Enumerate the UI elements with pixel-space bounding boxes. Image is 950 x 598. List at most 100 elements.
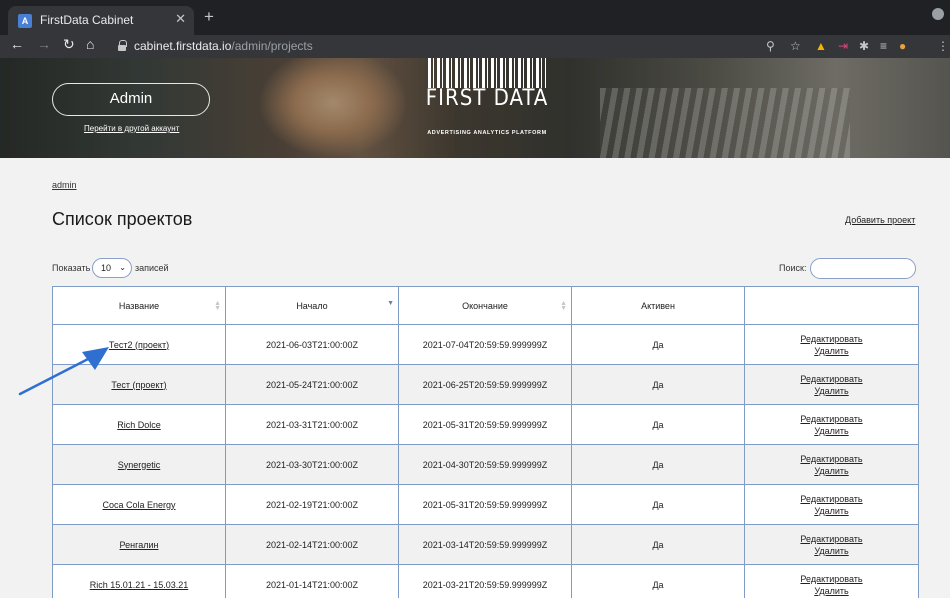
lock-icon	[118, 40, 127, 51]
cell-active: Да	[571, 564, 745, 598]
table-header-row: Название ▲ ▼ Начало ▼ Окончание ▲ ▼ Активен	[52, 286, 919, 325]
forward-icon[interactable]: →	[37, 36, 51, 52]
delete-link[interactable]: Удалить	[745, 505, 918, 517]
home-icon[interactable]: ⌂	[86, 36, 94, 52]
browser-toolbar: ← → ↻ ⌂ cabinet.firstdata.io/admin/proje…	[0, 35, 950, 58]
delete-link[interactable]: Удалить	[745, 345, 918, 357]
cell-name: Synergetic	[52, 444, 226, 485]
cell-active: Да	[571, 364, 745, 405]
project-link[interactable]: Synergetic	[118, 460, 161, 470]
cell-start: 2021-02-14T21:00:00Z	[225, 524, 399, 565]
cell-end: 2021-03-14T20:59:59.999999Z	[398, 524, 572, 565]
column-header-end[interactable]: Окончание ▲ ▼	[398, 286, 572, 325]
delete-link[interactable]: Удалить	[745, 425, 918, 437]
logo: FIRST DATA ADVERTISING ANALYTICS PLATFOR…	[422, 58, 552, 146]
table-row: Тест2 (проект) 2021-06-03T21:00:00Z 2021-0…	[52, 324, 919, 365]
project-link[interactable]: Тест (проект)	[111, 380, 166, 390]
puzzle-icon[interactable]: ✱	[859, 39, 869, 53]
cell-name: Rich 15.01.21 - 15.03.21	[52, 564, 226, 598]
cell-name: Ренгалин	[52, 524, 226, 565]
extension-arrow-icon[interactable]: ⇥	[838, 39, 848, 53]
breadcrumb[interactable]: admin	[52, 180, 77, 190]
table-row: Coca Cola Energy 2021-02-19T21:00:00Z 2021…	[52, 484, 919, 525]
cell-actions: Редактировать Удалить	[744, 484, 919, 525]
add-project-link[interactable]: Добавить проект	[845, 215, 915, 225]
sort-desc-icon: ▼	[387, 300, 394, 307]
page-title: Список проектов	[52, 209, 193, 229]
project-link[interactable]: Ренгалин	[120, 540, 159, 550]
edit-link[interactable]: Редактировать	[745, 413, 918, 425]
new-tab-icon[interactable]: +	[204, 7, 214, 27]
delete-link[interactable]: Удалить	[745, 545, 918, 557]
cell-start: 2021-03-30T21:00:00Z	[225, 444, 399, 485]
tab-search-icon[interactable]	[932, 8, 944, 20]
project-link[interactable]: Тест2 (проект)	[109, 340, 169, 350]
reading-list-icon[interactable]: ≡	[880, 39, 887, 53]
star-icon[interactable]: ☆	[790, 39, 801, 53]
table-row: Тест (проект) 2021-05-24T21:00:00Z 2021-06…	[52, 364, 919, 405]
logo-text: FIRST DATA	[425, 86, 549, 111]
edit-link[interactable]: Редактировать	[745, 373, 918, 385]
table-body: Тест2 (проект) 2021-06-03T21:00:00Z 2021-0…	[52, 324, 919, 598]
project-link[interactable]: Rich 15.01.21 - 15.03.21	[90, 580, 189, 590]
edit-link[interactable]: Редактировать	[745, 493, 918, 505]
column-header-actions	[744, 286, 919, 325]
edit-link[interactable]: Редактировать	[745, 333, 918, 345]
barcode-icon	[428, 58, 546, 88]
address-bar[interactable]: cabinet.firstdata.io/admin/projects	[108, 35, 790, 57]
column-header-name[interactable]: Название ▲ ▼	[52, 286, 226, 325]
entries-length-select[interactable]: 10 ⌄	[92, 258, 132, 278]
menu-icon[interactable]: ⋮	[937, 39, 949, 53]
column-header-start[interactable]: Начало ▼	[225, 286, 399, 325]
search-input[interactable]	[810, 258, 916, 279]
project-link[interactable]: Rich Dolce	[117, 420, 161, 430]
zoom-icon[interactable]: ⚲	[766, 39, 775, 53]
cell-active: Да	[571, 324, 745, 365]
cell-active: Да	[571, 484, 745, 525]
cell-end: 2021-06-25T20:59:59.999999Z	[398, 364, 572, 405]
account-button[interactable]: Admin	[52, 83, 210, 116]
reload-icon[interactable]: ↻	[63, 36, 75, 53]
cell-active: Да	[571, 524, 745, 565]
cell-active: Да	[571, 404, 745, 445]
cell-end: 2021-07-04T20:59:59.999999Z	[398, 324, 572, 365]
cell-end: 2021-04-30T20:59:59.999999Z	[398, 444, 572, 485]
header-banner: Admin Перейти в другой аккаунт FIRST DAT…	[0, 58, 950, 158]
favicon-icon: A	[18, 14, 32, 28]
avatar[interactable]: ●	[899, 39, 906, 53]
table-row: Rich Dolce 2021-03-31T21:00:00Z 2021-05-31…	[52, 404, 919, 445]
url-text: cabinet.firstdata.io/admin/projects	[134, 39, 313, 53]
switch-account-link[interactable]: Перейти в другой аккаунт	[84, 124, 179, 133]
logo-subtitle: ADVERTISING ANALYTICS PLATFORM	[427, 130, 547, 136]
browser-tab[interactable]: A FirstData Cabinet ✕	[8, 6, 194, 35]
cell-actions: Редактировать Удалить	[744, 324, 919, 365]
entries-label: записей	[135, 263, 169, 273]
edit-link[interactable]: Редактировать	[745, 533, 918, 545]
sort-icon: ▲ ▼	[214, 300, 221, 312]
delete-link[interactable]: Удалить	[745, 465, 918, 477]
delete-link[interactable]: Удалить	[745, 385, 918, 397]
drive-icon[interactable]: ▲	[815, 39, 827, 53]
cell-actions: Редактировать Удалить	[744, 444, 919, 485]
cell-start: 2021-06-03T21:00:00Z	[225, 324, 399, 365]
chevron-down-icon: ⌄	[119, 263, 126, 272]
cell-end: 2021-05-31T20:59:59.999999Z	[398, 404, 572, 445]
cell-name: Тест2 (проект)	[52, 324, 226, 365]
column-header-active[interactable]: Активен	[571, 286, 745, 325]
cell-actions: Редактировать Удалить	[744, 364, 919, 405]
table-row: Rich 15.01.21 - 15.03.21 2021-01-14T21:00…	[52, 564, 919, 598]
cell-start: 2021-01-14T21:00:00Z	[225, 564, 399, 598]
tab-title: FirstData Cabinet	[40, 13, 134, 27]
back-icon[interactable]: ←	[10, 36, 24, 52]
cell-name: Тест (проект)	[52, 364, 226, 405]
cell-active: Да	[571, 444, 745, 485]
delete-link[interactable]: Удалить	[745, 585, 918, 597]
edit-link[interactable]: Редактировать	[745, 453, 918, 465]
edit-link[interactable]: Редактировать	[745, 573, 918, 585]
close-icon[interactable]: ✕	[175, 11, 186, 27]
project-link[interactable]: Coca Cola Energy	[102, 500, 175, 510]
cell-name: Coca Cola Energy	[52, 484, 226, 525]
cell-start: 2021-02-19T21:00:00Z	[225, 484, 399, 525]
cell-actions: Редактировать Удалить	[744, 404, 919, 445]
cell-actions: Редактировать Удалить	[744, 524, 919, 565]
